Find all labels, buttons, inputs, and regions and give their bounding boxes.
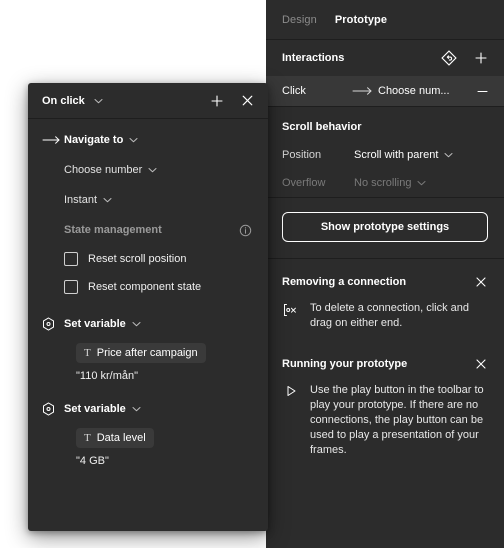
- interaction-destination: Choose num...: [378, 85, 450, 97]
- close-icon[interactable]: [236, 90, 258, 112]
- tip-running-prototype-text: Use the play button in the toolbar to pl…: [310, 384, 484, 456]
- modal-title[interactable]: On click: [42, 95, 103, 107]
- scroll-position-label: Position: [282, 149, 322, 161]
- navigate-animation-label: Instant: [64, 194, 98, 206]
- interaction-details-modal: On click Navigate to Choose number Insta…: [28, 83, 268, 531]
- state-management-title: State management: [64, 224, 162, 236]
- tab-prototype[interactable]: Prototype: [335, 14, 387, 26]
- navigate-action-row[interactable]: Navigate to: [28, 125, 268, 155]
- navigate-destination-label: Choose number: [64, 164, 143, 176]
- scroll-position-value[interactable]: Scroll with parent: [354, 149, 453, 161]
- close-icon[interactable]: [470, 353, 492, 375]
- overflow-value[interactable]: No scrolling: [354, 177, 426, 189]
- remove-interaction-button[interactable]: [472, 85, 492, 98]
- right-sidebar: Design Prototype Interactions Click Choo…: [266, 0, 504, 548]
- tip-removing-connection-text: To delete a connection, click and drag o…: [310, 302, 469, 329]
- chevron-down-icon: [417, 180, 426, 186]
- chevron-down-icon: [444, 152, 453, 158]
- tip-removing-connection: Removing a connection To delete a connec…: [266, 259, 504, 341]
- overflow-row: Overflow No scrolling: [266, 169, 504, 197]
- overflow-label: Overflow: [282, 177, 326, 189]
- arrow-right-icon: [42, 135, 64, 145]
- set-variable-action-row-1[interactable]: Set variable: [28, 309, 268, 339]
- text-type-icon: T: [84, 432, 91, 444]
- chevron-down-icon: [148, 167, 157, 173]
- interaction-row-click[interactable]: Click Choose num...: [266, 76, 504, 106]
- modal-header-actions: [206, 90, 258, 112]
- reset-scroll-position-checkbox[interactable]: [64, 252, 78, 266]
- tip-removing-connection-header: Removing a connection: [266, 259, 504, 299]
- reset-component-state-checkbox[interactable]: [64, 280, 78, 294]
- modal-body: Navigate to Choose number Instant State …: [28, 119, 268, 475]
- interactions-title: Interactions: [282, 52, 345, 64]
- play-icon: [282, 383, 300, 458]
- prototype-reset-icon[interactable]: [438, 47, 460, 69]
- scroll-behavior-title: Scroll behavior: [282, 121, 362, 133]
- navigate-animation-row[interactable]: Instant: [28, 185, 268, 215]
- variable-chip-label-1: Price after campaign: [96, 347, 198, 359]
- variable-hexagon-icon: [42, 317, 64, 331]
- variable-chip-row-2: T Data level: [28, 424, 268, 452]
- tip-removing-connection-body: To delete a connection, click and drag o…: [266, 299, 504, 341]
- text-type-icon: T: [84, 347, 91, 359]
- set-variable-action-label-1: Set variable: [64, 318, 126, 330]
- state-management-header: State management: [28, 215, 268, 245]
- chevron-down-icon: [94, 98, 103, 104]
- navigate-destination-row[interactable]: Choose number: [28, 155, 268, 185]
- tip-running-prototype: Running your prototype Use the play butt…: [266, 341, 504, 468]
- navigate-action-label: Navigate to: [64, 134, 124, 146]
- interaction-trigger: Click: [282, 85, 306, 97]
- overflow-value-text: No scrolling: [354, 177, 412, 189]
- arrow-right-icon: [352, 86, 378, 96]
- set-variable-action-label-2: Set variable: [64, 403, 126, 415]
- tab-design[interactable]: Design: [282, 14, 317, 26]
- chevron-down-icon: [129, 137, 138, 143]
- reset-component-state-row[interactable]: Reset component state: [28, 273, 268, 301]
- scroll-position-row: Position Scroll with parent: [266, 141, 504, 169]
- info-icon[interactable]: [234, 219, 256, 241]
- reset-scroll-position-row[interactable]: Reset scroll position: [28, 245, 268, 273]
- variable-value-1[interactable]: "110 kr/mån": [28, 367, 268, 390]
- add-action-button[interactable]: [206, 90, 228, 112]
- close-icon[interactable]: [470, 271, 492, 293]
- interactions-actions: [438, 47, 492, 69]
- variable-chip-1[interactable]: T Price after campaign: [76, 343, 206, 363]
- tip-removing-connection-title: Removing a connection: [282, 276, 407, 288]
- variable-chip-row-1: T Price after campaign: [28, 339, 268, 367]
- delete-connection-icon: [282, 301, 300, 331]
- tip-running-prototype-body: Use the play button in the toolbar to pl…: [266, 381, 504, 468]
- add-interaction-button[interactable]: [470, 47, 492, 69]
- reset-component-state-label: Reset component state: [88, 281, 202, 293]
- tip-running-prototype-title: Running your prototype: [282, 358, 408, 370]
- variable-hexagon-icon: [42, 402, 64, 416]
- variable-value-2[interactable]: "4 GB": [28, 452, 268, 475]
- reset-scroll-position-label: Reset scroll position: [88, 253, 187, 265]
- chevron-down-icon: [103, 197, 112, 203]
- variable-chip-2[interactable]: T Data level: [76, 428, 154, 448]
- scroll-position-value-text: Scroll with parent: [354, 149, 439, 161]
- chevron-down-icon: [132, 406, 141, 412]
- modal-header: On click: [28, 83, 268, 119]
- prototype-settings-wrap: Show prototype settings: [266, 198, 504, 258]
- variable-chip-label-2: Data level: [96, 432, 146, 444]
- interactions-section-header: Interactions: [266, 40, 504, 76]
- modal-title-text: On click: [42, 94, 85, 107]
- set-variable-action-row-2[interactable]: Set variable: [28, 394, 268, 424]
- sidebar-tabbar: Design Prototype: [266, 0, 504, 40]
- chevron-down-icon: [132, 321, 141, 327]
- show-prototype-settings-button[interactable]: Show prototype settings: [282, 212, 488, 242]
- tip-running-prototype-header: Running your prototype: [266, 341, 504, 381]
